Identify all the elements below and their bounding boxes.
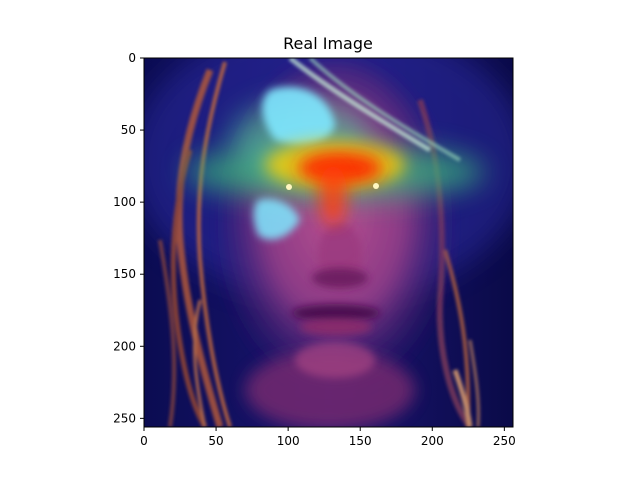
y-tick-label: 200	[113, 339, 136, 353]
y-tick-label: 250	[113, 411, 136, 425]
x-tick-label: 100	[277, 434, 300, 448]
figure: Real Image 0 50 100 150 200 250 05010015…	[113, 34, 516, 448]
y-tick-label: 0	[128, 51, 136, 65]
x-tick-label: 150	[349, 434, 372, 448]
y-tick-label: 100	[113, 195, 136, 209]
y-tick-label: 150	[113, 267, 136, 281]
x-axis: 0 50 100 150 200 250	[140, 427, 516, 448]
x-tick-label: 0	[140, 434, 148, 448]
heatmap-image	[144, 58, 513, 427]
x-tick-label: 200	[421, 434, 444, 448]
y-tick-label: 50	[121, 123, 136, 137]
x-tick-label: 250	[493, 434, 516, 448]
chart-title: Real Image	[283, 34, 373, 53]
x-tick-label: 50	[208, 434, 223, 448]
y-axis: 0 50 100 150 200 250	[113, 51, 144, 425]
